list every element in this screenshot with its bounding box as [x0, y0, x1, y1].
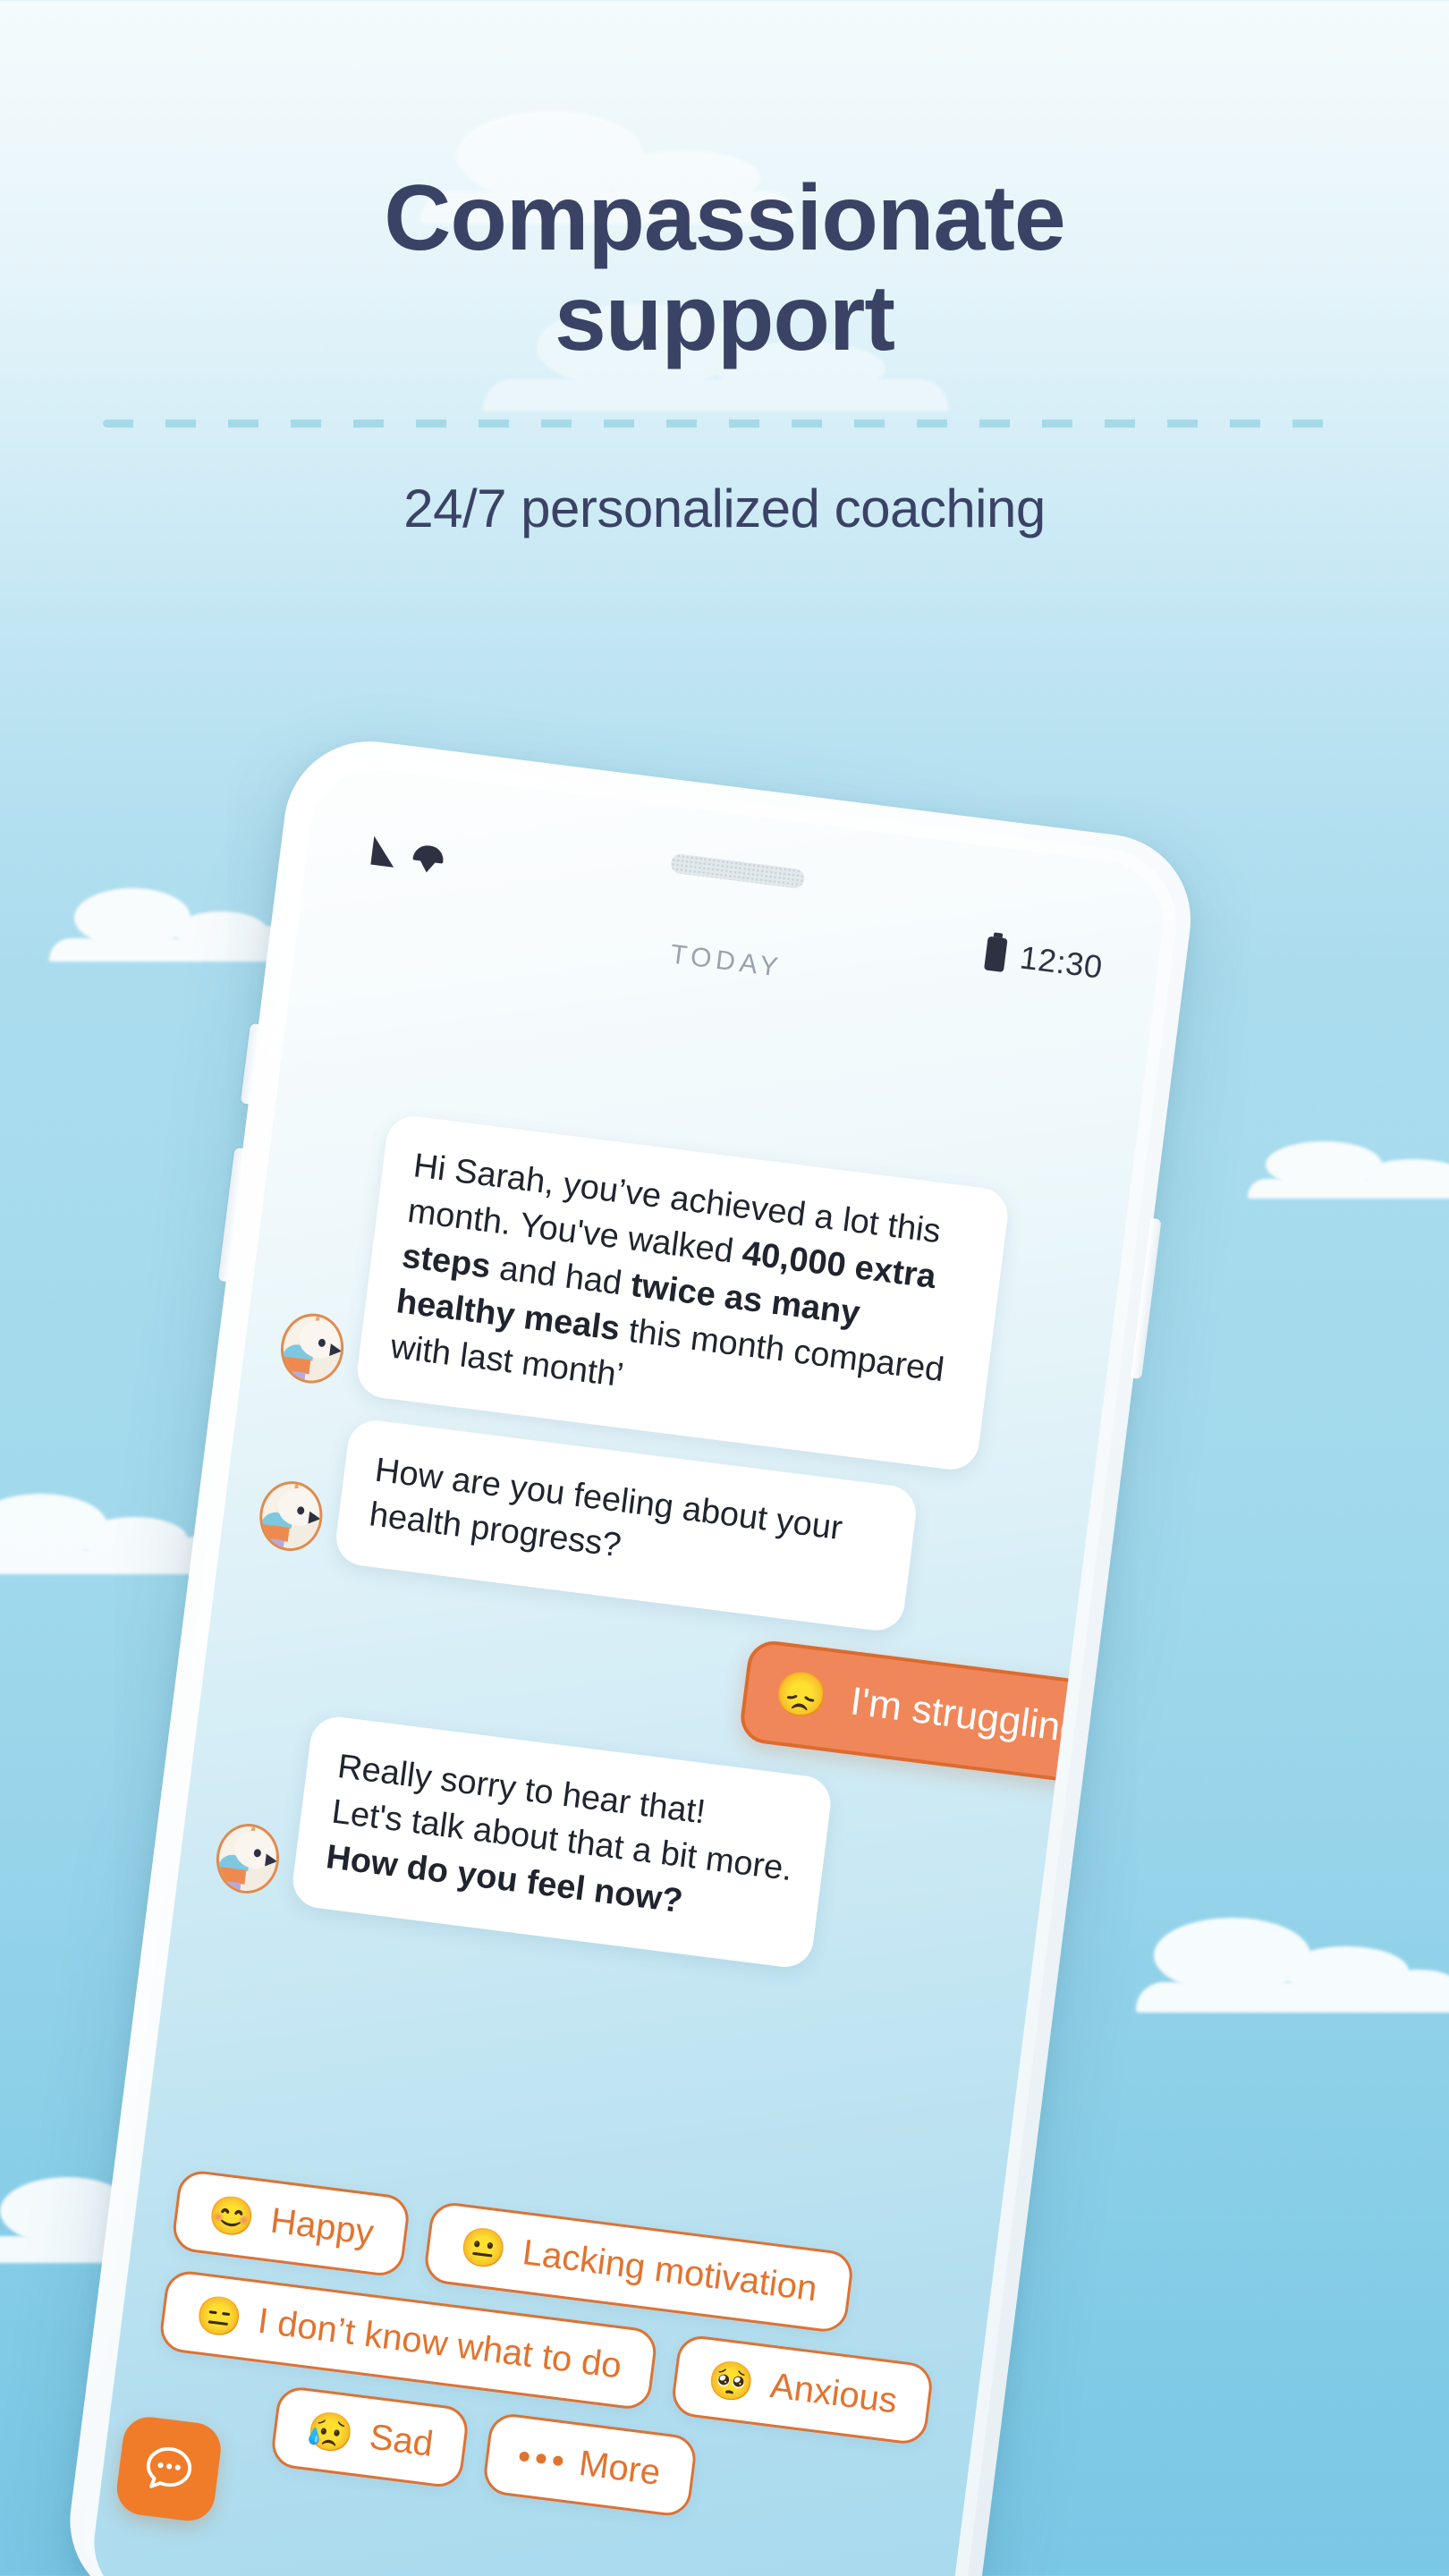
sad-relieved-face-emoji: 😥 [304, 2408, 357, 2456]
phone-body: 12:30 TODAY Hi Sarah, you’ve achieved a … [60, 731, 1201, 2576]
page-subtitle: 24/7 personalized coaching [403, 478, 1046, 538]
location-arrow-icon [411, 840, 445, 874]
bird-avatar [255, 1478, 326, 1555]
disappointed-face-emoji: 😞 [771, 1668, 831, 1723]
page-title: Compassionate support [0, 0, 1449, 369]
status-bar-left [370, 835, 445, 875]
hero-section: Compassionate support 24/7 personalized … [0, 0, 1449, 539]
quick-reply-chip-more[interactable]: More [481, 2411, 699, 2519]
signal-triangle-icon [370, 835, 398, 868]
quick-reply-chip-happy[interactable]: 😊 Happy [170, 2168, 411, 2279]
pleading-face-emoji: 🥺 [705, 2356, 758, 2404]
cloud-decoration [1248, 1136, 1449, 1199]
phone-volume-down-button[interactable] [217, 1147, 246, 1283]
quick-reply-chip-sad[interactable]: 😥 Sad [269, 2385, 471, 2490]
chat-bubble-dots-icon [146, 2447, 192, 2488]
cloud-decoration [1136, 1905, 1449, 2012]
page-title-line-1: Compassionate [384, 166, 1065, 270]
bird-avatar [212, 1819, 284, 1897]
chat-bubble-user-text: I'm struggling [847, 1679, 1085, 1752]
quick-reply-label: More [576, 2443, 663, 2494]
divider [103, 419, 1346, 428]
battery-icon [984, 936, 1008, 973]
phone-volume-up-button[interactable] [240, 1023, 261, 1105]
quick-reply-label: Anxious [767, 2366, 900, 2421]
quick-reply-label: Lacking motivation [520, 2233, 819, 2309]
chat-bubble: Really sorry to hear that! Let's talk ab… [289, 1714, 835, 1970]
quick-reply-chip-list: 😊 Happy 😐 Lacking motivation 😑 I don’t k… [115, 2165, 994, 2553]
expressionless-face-emoji: 😑 [192, 2292, 245, 2340]
quick-reply-label: Sad [367, 2417, 436, 2464]
chat-bubble-user: 😞 I'm struggling [737, 1638, 1122, 1788]
phone-mockup: 12:30 TODAY Hi Sarah, you’ve achieved a … [60, 731, 1201, 2576]
chat-fab-button[interactable] [114, 2413, 225, 2524]
page-title-line-2: support [554, 267, 895, 371]
chat-bubble: Hi Sarah, you’ve achieved a lot this mon… [354, 1113, 1012, 1473]
status-bar-right: 12:30 [984, 935, 1105, 987]
status-bar-time: 12:30 [1017, 938, 1105, 986]
quick-reply-label: Happy [268, 2200, 377, 2253]
quick-reply-label: I don’t know what to do [255, 2301, 624, 2386]
chat-thread: Hi Sarah, you’ve achieved a lot this mon… [171, 1098, 1128, 2037]
ellipsis-icon [519, 2451, 564, 2467]
bubble-text-run: and had [487, 1248, 634, 1304]
bird-avatar [276, 1309, 348, 1387]
phone-bezel: 12:30 TODAY Hi Sarah, you’ve achieved a … [74, 747, 1185, 2576]
smiling-face-emoji: 😊 [206, 2191, 258, 2240]
quick-reply-chip-anxious[interactable]: 🥺 Anxious [670, 2333, 936, 2447]
neutral-face-emoji: 😐 [457, 2223, 510, 2272]
